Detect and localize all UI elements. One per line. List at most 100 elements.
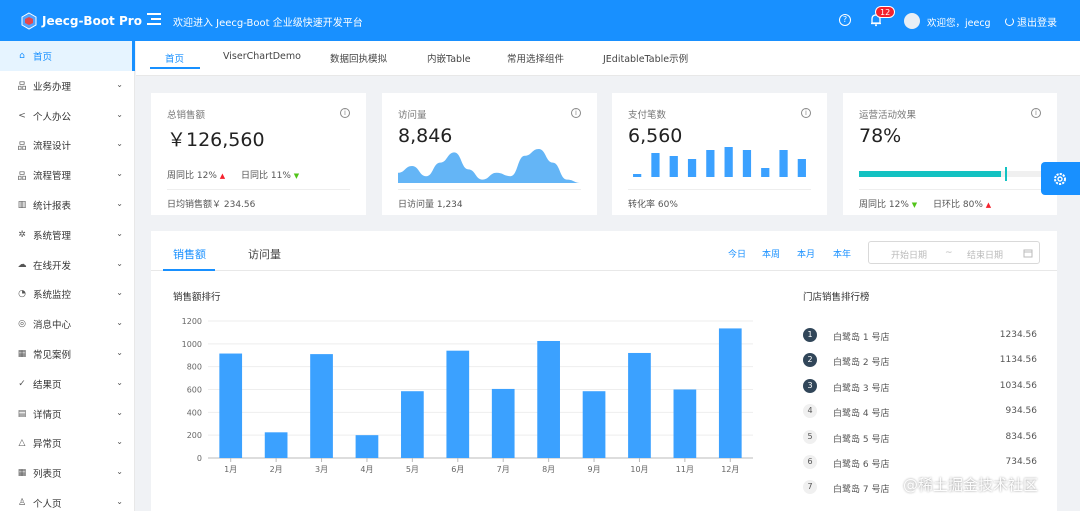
payment-bar: [742, 150, 752, 177]
payment-bar: [669, 156, 678, 177]
tab-data-receipt[interactable]: 数据回执模拟: [330, 51, 387, 65]
sidebar-item-14[interactable]: ▦ 列表页 ⌄: [0, 458, 135, 488]
store-name: 白鹭岛 1 号店: [833, 333, 890, 343]
tab-jeditable-table[interactable]: JEditableTable示例: [603, 51, 688, 65]
watermark: @稀土掘金技术社区: [903, 476, 1039, 494]
sidebar-item-0[interactable]: ⌂ 首页: [0, 41, 135, 71]
sidebar-item-9[interactable]: ◎ 消息中心 ⌄: [0, 309, 135, 339]
sidebar-item-4[interactable]: 品流程管理 ⌄: [0, 160, 135, 190]
sidebar-item-1[interactable]: 品业务办理 ⌄: [0, 71, 135, 101]
payment-bar: [687, 159, 697, 177]
divider: [628, 189, 811, 190]
store-name: 白鹭岛 4 号店: [833, 409, 890, 420]
info-icon[interactable]: i: [571, 108, 581, 118]
range-today-link[interactable]: 今日: [728, 247, 746, 260]
settings-button[interactable]: [1041, 162, 1080, 195]
bar-11月[interactable]: [673, 389, 697, 459]
range-year-link[interactable]: 本年: [833, 247, 851, 260]
tab-viser-chart-demo[interactable]: ViserChartDemo: [223, 51, 301, 62]
app-logo[interactable]: Jeecg-Boot Pro: [20, 10, 142, 32]
bar-8月[interactable]: [537, 340, 560, 458]
chart-title: 销售额排行: [173, 292, 221, 303]
welcome-text: 欢迎进入 Jeecg-Boot 企业级快速开发平台: [173, 18, 363, 29]
tab-embedded-table[interactable]: 内嵌Table: [427, 51, 471, 65]
sidebar-item-label: 消息中心: [33, 320, 72, 332]
divider: [398, 189, 581, 190]
sidebar-item-7[interactable]: ☁ 在线开发 ⌄: [0, 250, 135, 280]
sidebar-item-10[interactable]: ▦ 常见案例 ⌄: [0, 339, 135, 369]
panel-tab-divider: [151, 270, 1057, 271]
chevron-down-icon: ⌄: [116, 79, 123, 89]
sidebar-item-3[interactable]: 品流程设计 ⌄: [0, 130, 135, 160]
end-date-input[interactable]: 结束日期: [967, 248, 1003, 261]
start-date-input[interactable]: 开始日期: [891, 248, 927, 261]
help-icon[interactable]: ?: [839, 14, 851, 26]
campaign-progress-fill: [859, 171, 1001, 177]
chevron-down-icon: ⌄: [116, 199, 123, 208]
store-name: 白鹭岛 7 号店: [833, 485, 890, 496]
info-icon[interactable]: i: [340, 108, 350, 118]
bar-4月[interactable]: [355, 435, 379, 458]
sidebar-item-label: 个人页: [33, 499, 62, 510]
tab-bar: 首页 ViserChartDemo 数据回执模拟 内嵌Table 常用选择组件 …: [136, 41, 1080, 76]
bar-3月[interactable]: [310, 354, 333, 458]
sidebar-item-11[interactable]: ✓ 结果页 ⌄: [0, 369, 135, 399]
user-greeting[interactable]: 欢迎您，jeecg: [927, 15, 991, 29]
sidebar-item-13[interactable]: △ 异常页 ⌄: [0, 428, 135, 458]
x-tick-label: 1月: [224, 465, 237, 474]
sidebar-item-6[interactable]: ✲ 系统管理 ⌄: [0, 220, 135, 250]
bar-9月[interactable]: [582, 391, 606, 458]
top-header: Jeecg-Boot Pro 欢迎进入 Jeecg-Boot 企业级快速开发平台…: [0, 0, 1080, 41]
dod-value: 80%: [962, 200, 983, 210]
date-range-picker[interactable]: 开始日期 ~ 结束日期: [868, 241, 1040, 264]
chevron-down-icon: ⌄: [116, 467, 123, 477]
x-tick-label: 11月: [676, 465, 694, 474]
info-icon[interactable]: i: [1031, 108, 1041, 118]
x-tick-label: 3月: [315, 465, 328, 474]
info-icon[interactable]: i: [801, 108, 811, 118]
bar-7月[interactable]: [491, 388, 515, 458]
table-icon: ▦: [17, 468, 27, 479]
ranking-row: 4 白鹭岛 4 号店 934.56: [803, 404, 1037, 420]
menu-fold-icon[interactable]: [147, 12, 161, 26]
logout-button[interactable]: 退出登录: [1005, 14, 1057, 29]
sidebar-item-15[interactable]: ♙ 个人页 ⌄: [0, 488, 135, 511]
bar-1月[interactable]: [219, 353, 243, 458]
sidebar-item-5[interactable]: ▥ 统计报表 ⌄: [0, 190, 135, 220]
sidebar: ⌂ 首页品业务办理 ⌄ < 个人办公 ⌄ 品流程设计 ⌄ 品流程管理 ⌄ ▥ 统计报表 ⌄ ✲ 系统管理 ⌄ ☁…: [0, 41, 135, 511]
sales-wow: 周同比 12% ▲: [167, 168, 225, 181]
avatar[interactable]: [904, 13, 920, 29]
range-month-link[interactable]: 本月: [797, 247, 815, 260]
tab-home[interactable]: 首页: [165, 51, 184, 65]
store-sales: 1234.56: [999, 330, 1037, 340]
payments-card: 支付笔数 i 6,560 转化率 60%: [612, 93, 827, 215]
bar-5月[interactable]: [401, 391, 424, 458]
store-name: 白鹭岛 5 号店: [833, 434, 890, 445]
visits-total: 8,846: [398, 125, 453, 147]
bar-2月[interactable]: [264, 432, 288, 458]
sidebar-item-12[interactable]: ▤ 详情页 ⌄: [0, 399, 135, 429]
bar-6月[interactable]: [446, 350, 470, 458]
sidebar-item-label: 流程管理: [33, 171, 72, 183]
tab-sales[interactable]: 销售额: [173, 246, 206, 262]
range-separator: ~: [945, 248, 953, 258]
rank-number: 2: [803, 353, 817, 368]
chevron-down-icon: ⌄: [116, 139, 123, 149]
visits-card: 访问量 i 8,846 日访问量 1,234: [382, 93, 597, 215]
daily-sales: 日均销售额￥ 234.56: [167, 200, 256, 210]
visits-area: [398, 149, 581, 183]
sales-card: 总销售额 i ￥126,560 周同比 12% ▲ 日同比 11% ▼ 日均销售…: [151, 93, 366, 215]
payment-bar: [706, 150, 715, 177]
tab-visits[interactable]: 访问量: [248, 246, 281, 262]
sidebar-item-8[interactable]: ◔ 系统监控 ⌄: [0, 279, 135, 309]
wow-label: 周同比: [167, 171, 195, 181]
tab-select-components[interactable]: 常用选择组件: [507, 51, 564, 65]
range-week-link[interactable]: 本周: [762, 247, 780, 260]
bar-10月[interactable]: [628, 352, 651, 458]
profile-icon: ▤: [17, 408, 27, 419]
campaign-progress-track: [859, 167, 1041, 181]
bar-12月[interactable]: [718, 328, 742, 458]
ranking-title: 门店销售排行榜: [803, 292, 870, 303]
sidebar-item-2[interactable]: < 个人办公 ⌄: [0, 101, 135, 131]
caret-down-icon: ▼: [293, 172, 300, 180]
